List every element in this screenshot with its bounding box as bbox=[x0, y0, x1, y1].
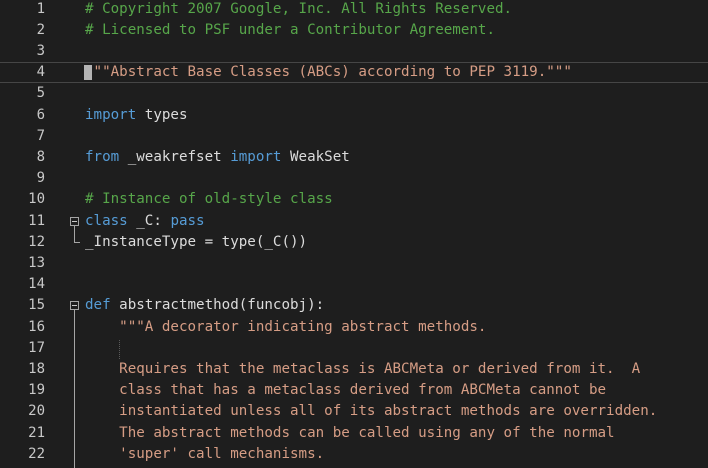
code-token: _weakrefset bbox=[119, 148, 231, 165]
keyword-token: import bbox=[85, 106, 137, 123]
code-token: _InstanceType = type(_C()) bbox=[85, 233, 308, 250]
fold-end-mark bbox=[74, 242, 80, 244]
line-code: # Copyright 2007 Google, Inc. All Rights… bbox=[85, 0, 512, 20]
code-line[interactable]: 6 import types bbox=[0, 105, 708, 126]
keyword-token: class bbox=[85, 212, 128, 229]
line-number: 12 bbox=[28, 233, 45, 250]
line-code: def abstractmethod(funcobj): bbox=[85, 295, 324, 316]
line-number: 15 bbox=[28, 297, 45, 314]
line-number: 17 bbox=[28, 339, 45, 356]
code-line[interactable]: 13 bbox=[0, 253, 708, 274]
line-code: # Instance of old-style class bbox=[85, 189, 333, 210]
string-token: The abstract methods can be called using… bbox=[85, 424, 615, 441]
line-number: 9 bbox=[36, 170, 45, 187]
line-code: from _weakrefset import WeakSet bbox=[85, 147, 350, 168]
comment-token: # Licensed to PSF under a Contributor Ag… bbox=[85, 21, 495, 38]
fold-guide-line bbox=[74, 310, 75, 468]
line-number: 4 bbox=[36, 64, 45, 81]
code-line[interactable]: 19 class that has a metaclass derived fr… bbox=[0, 380, 708, 401]
line-code: instantiated unless all of its abstract … bbox=[85, 401, 657, 422]
line-code: Requires that the metaclass is ABCMeta o… bbox=[85, 359, 640, 380]
code-editor[interactable]: 1 # Copyright 2007 Google, Inc. All Right… bbox=[0, 0, 708, 468]
code-line[interactable]: 8 from _weakrefset import WeakSet bbox=[0, 147, 708, 168]
line-number: 1 bbox=[36, 0, 45, 17]
line-number: 2 bbox=[36, 21, 45, 38]
line-code: import types bbox=[85, 105, 188, 126]
line-number: 6 bbox=[36, 106, 45, 123]
string-token: class that has a metaclass derived from … bbox=[85, 382, 607, 399]
current-line[interactable]: 4 """Abstract Base Classes (ABCs) accordi… bbox=[0, 62, 708, 84]
code-line[interactable]: 15 def abstractmethod(funcobj): bbox=[0, 295, 708, 316]
code-token: WeakSet bbox=[281, 148, 350, 165]
code-line[interactable]: 17 bbox=[0, 338, 708, 359]
code-token: _C: bbox=[127, 212, 171, 229]
code-line[interactable]: 10 # Instance of old-style class bbox=[0, 189, 708, 210]
code-line[interactable]: 18 Requires that the metaclass is ABCMet… bbox=[0, 359, 708, 380]
code-token: abstractmethod(funcobj): bbox=[110, 297, 325, 314]
string-token: instantiated unless all of its abstract … bbox=[85, 403, 658, 420]
line-code: class _C: pass bbox=[85, 211, 205, 232]
line-number: 13 bbox=[28, 254, 45, 271]
keyword-token: pass bbox=[170, 212, 205, 229]
text-caret bbox=[84, 65, 92, 81]
line-code: _InstanceType = type(_C()) bbox=[85, 232, 307, 253]
line-number: 3 bbox=[36, 42, 45, 59]
line-number: 20 bbox=[28, 403, 45, 420]
code-line[interactable]: 1 # Copyright 2007 Google, Inc. All Right… bbox=[0, 0, 708, 20]
code-line[interactable]: 11 class _C: pass bbox=[0, 211, 708, 232]
indent-guide bbox=[119, 339, 120, 359]
string-token: 'super' call mechanisms. bbox=[85, 445, 325, 462]
comment-token: # Instance of old-style class bbox=[85, 191, 333, 208]
collapse-toggle-icon[interactable] bbox=[70, 301, 79, 311]
code-line[interactable]: 3 bbox=[0, 41, 708, 62]
line-code: The abstract methods can be called using… bbox=[85, 423, 615, 444]
string-token: """Abstract Base Classes (ABCs) accordin… bbox=[85, 64, 572, 81]
line-number: 14 bbox=[28, 276, 45, 293]
line-number: 8 bbox=[36, 148, 45, 165]
line-number: 18 bbox=[28, 360, 45, 377]
code-line[interactable]: 16 """A decorator indicating abstract me… bbox=[0, 317, 708, 338]
keyword-token: from bbox=[85, 148, 120, 165]
code-line[interactable]: 12 _InstanceType = type(_C()) bbox=[0, 232, 708, 253]
line-number: 11 bbox=[28, 212, 45, 229]
keyword-token: import bbox=[230, 148, 282, 165]
line-number: 22 bbox=[28, 445, 45, 462]
code-line[interactable]: 7 bbox=[0, 126, 708, 147]
code-line[interactable]: 9 bbox=[0, 168, 708, 189]
line-number: 5 bbox=[36, 85, 45, 102]
line-code: 'super' call mechanisms. bbox=[85, 444, 324, 465]
code-line[interactable]: 22 'super' call mechanisms. bbox=[0, 444, 708, 465]
line-code: """A decorator indicating abstract metho… bbox=[85, 317, 486, 338]
line-code: # Licensed to PSF under a Contributor Ag… bbox=[85, 20, 495, 41]
code-line[interactable]: 5 bbox=[0, 83, 708, 104]
code-line[interactable]: 21 The abstract methods can be called us… bbox=[0, 423, 708, 444]
code-line[interactable]: 2 # Licensed to PSF under a Contributor A… bbox=[0, 20, 708, 41]
collapse-toggle-icon[interactable] bbox=[70, 216, 79, 226]
line-number: 21 bbox=[28, 424, 45, 441]
line-number: 19 bbox=[28, 382, 45, 399]
line-number: 16 bbox=[28, 318, 45, 335]
keyword-token: def bbox=[85, 297, 111, 314]
code-line[interactable]: 14 bbox=[0, 274, 708, 295]
comment-token: # Copyright 2007 Google, Inc. All Rights… bbox=[85, 0, 513, 17]
line-code: class that has a metaclass derived from … bbox=[85, 380, 606, 401]
string-token: Requires that the metaclass is ABCMeta o… bbox=[85, 360, 641, 377]
line-number: 10 bbox=[28, 191, 45, 208]
line-code: """Abstract Base Classes (ABCs) accordin… bbox=[85, 63, 572, 82]
fold-guide-line bbox=[74, 225, 75, 243]
string-token: """A decorator indicating abstract metho… bbox=[85, 318, 487, 335]
line-number: 7 bbox=[36, 127, 45, 144]
code-token: types bbox=[136, 106, 188, 123]
code-line[interactable]: 20 instantiated unless all of its abstra… bbox=[0, 401, 708, 422]
